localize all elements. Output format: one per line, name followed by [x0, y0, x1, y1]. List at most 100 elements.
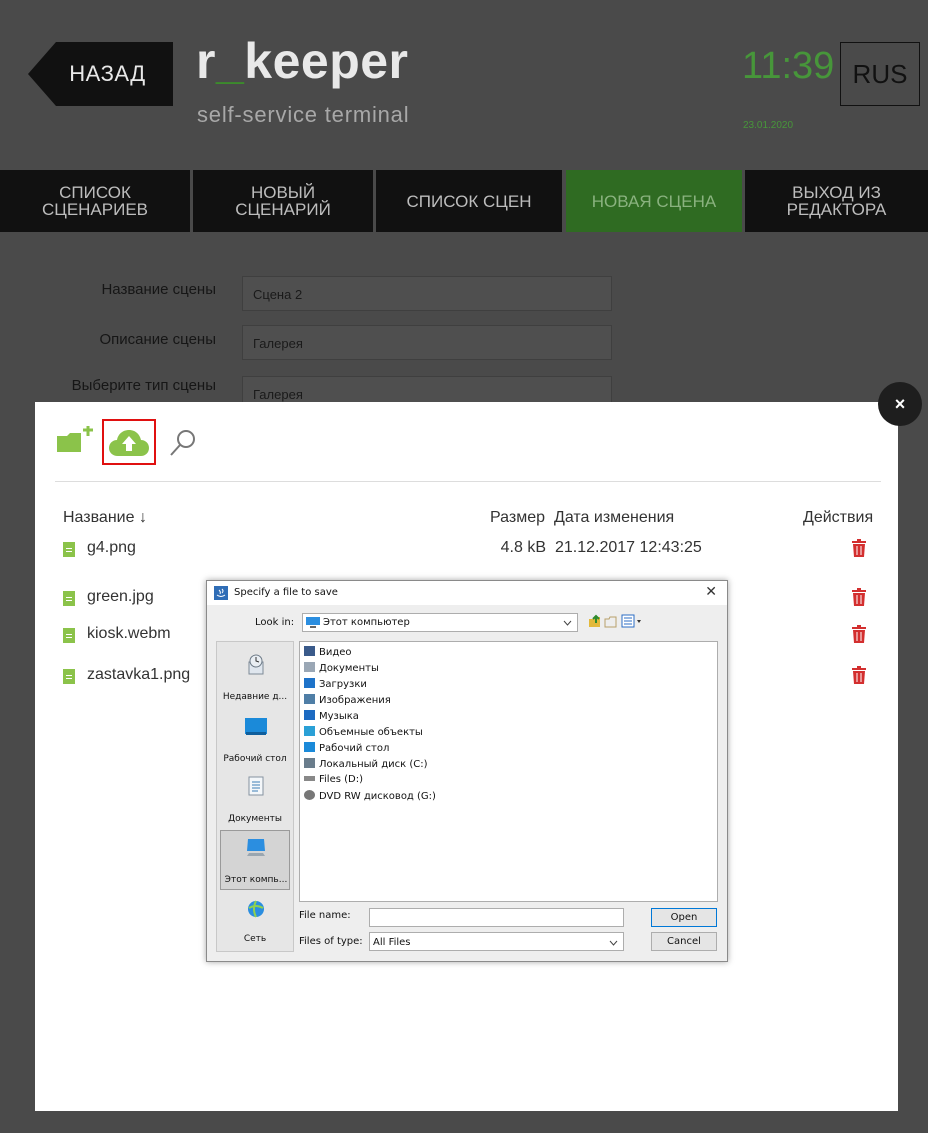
list-item-label: DVD RW дисковод (G:) [319, 791, 436, 802]
modal-close-button[interactable]: × [878, 382, 922, 426]
list-item-3d-objects[interactable]: Объемные объекты [304, 726, 423, 741]
place-label: Недавние д... [222, 692, 288, 702]
downloads-folder-icon [304, 678, 315, 688]
drive-icon [304, 776, 315, 781]
list-item-label: Загрузки [319, 679, 367, 690]
file-type-select[interactable]: All Files [369, 932, 624, 951]
column-actions-header: Действия [803, 509, 874, 526]
list-item-files-drive[interactable]: Files (D:) [304, 774, 363, 789]
java-icon [214, 586, 228, 600]
trash-icon[interactable] [851, 588, 867, 606]
file-date: 21.12.2017 12:43:25 [555, 539, 702, 556]
dialog-title: Specify a file to save [234, 587, 338, 598]
list-item-documents[interactable]: Документы [304, 662, 379, 677]
file-icon [63, 542, 75, 557]
chevron-down-icon [563, 620, 572, 626]
logo-subtitle: self-service terminal [197, 102, 410, 127]
new-folder-icon[interactable] [55, 426, 95, 454]
file-name[interactable]: g4.png [87, 539, 136, 557]
place-documents[interactable]: Документы [220, 772, 290, 828]
place-label: Этот компь... [224, 875, 288, 885]
file-name[interactable]: kiosk.webm [87, 625, 171, 643]
3d-objects-folder-icon [304, 726, 315, 736]
network-icon [248, 900, 264, 918]
column-name-header[interactable]: Название ↓ [63, 509, 147, 527]
dvd-drive-icon [304, 790, 315, 800]
file-icon [63, 591, 75, 606]
list-item-label: Музыка [319, 711, 359, 722]
place-recent[interactable]: Недавние д... [220, 650, 290, 706]
dialog-close-button[interactable]: ✕ [705, 584, 717, 600]
local-disk-icon [304, 758, 315, 768]
nav-exit-editor[interactable]: ВЫХОД ИЗ РЕДАКТОРА [745, 170, 928, 232]
list-item-label: Рабочий стол [319, 743, 390, 754]
column-size-header[interactable]: Размер [490, 509, 545, 527]
trash-icon[interactable] [851, 666, 867, 684]
list-item-label: Объемные объекты [319, 727, 423, 738]
logo-underscore: _ [215, 33, 245, 89]
file-name[interactable]: zastavka1.png [87, 666, 190, 684]
toolbar-divider [55, 481, 881, 482]
place-network[interactable]: Сеть [220, 898, 290, 948]
app-logo: r_keeper [196, 36, 409, 86]
list-item-downloads[interactable]: Загрузки [304, 678, 367, 693]
list-item-music[interactable]: Музыка [304, 710, 359, 725]
look-in-value: Этот компьютер [323, 617, 410, 628]
desktop-icon [245, 718, 267, 735]
computer-icon [306, 617, 320, 628]
file-row[interactable]: g4.png 4.8 kB 21.12.2017 12:43:25 [63, 539, 873, 563]
list-item-desktop[interactable]: Рабочий стол [304, 742, 389, 757]
language-button[interactable]: RUS [840, 42, 920, 106]
view-menu-icon[interactable] [621, 614, 643, 628]
list-item-label: Локальный диск (C:) [319, 759, 428, 770]
list-item-dvd-drive[interactable]: DVD RW дисковод (G:) [304, 790, 436, 805]
file-size: 4.8 kB [500, 539, 546, 556]
look-in-label: Look in: [255, 617, 295, 628]
scene-description-input[interactable]: Галерея [242, 325, 612, 360]
file-name-input[interactable] [369, 908, 624, 927]
list-item-label: Изображения [319, 695, 391, 706]
up-folder-icon[interactable] [588, 614, 602, 628]
logo-text-keeper: keeper [244, 33, 409, 89]
place-label: Рабочий стол [223, 754, 287, 764]
recent-documents-icon [248, 654, 264, 675]
column-date-header[interactable]: Дата изменения [554, 509, 674, 527]
nav-new-scenario[interactable]: НОВЫЙ СЦЕНАРИЙ [193, 170, 373, 232]
clock-date: 23.01.2020 [743, 120, 794, 131]
list-item-label: Документы [319, 663, 379, 674]
list-item-label: Видео [319, 647, 352, 658]
pictures-folder-icon [304, 694, 315, 704]
file-type-value: All Files [373, 937, 411, 948]
look-in-select[interactable]: Этот компьютер [302, 613, 578, 632]
cancel-button[interactable]: Cancel [651, 932, 717, 951]
scene-name-label: Название сцены [101, 281, 216, 298]
scene-description-label: Описание сцены [99, 331, 216, 348]
list-item-local-disk[interactable]: Локальный диск (C:) [304, 758, 428, 773]
computer-icon [247, 839, 265, 856]
trash-icon[interactable] [851, 539, 867, 557]
file-name-label: File name: [299, 910, 351, 921]
file-save-dialog: Specify a file to save ✕ Look in: Этот к… [206, 580, 728, 962]
file-icon [63, 669, 75, 684]
nav-scenario-list[interactable]: СПИСОК СЦЕНАРИЕВ [0, 170, 190, 232]
place-desktop[interactable]: Рабочий стол [220, 712, 290, 768]
nav-new-scene[interactable]: НОВАЯ СЦЕНА [566, 170, 742, 232]
scene-name-input[interactable]: Сцена 2 [242, 276, 612, 311]
upload-cloud-icon[interactable] [108, 428, 150, 458]
back-button[interactable]: НАЗАД [28, 42, 173, 106]
list-item-pictures[interactable]: Изображения [304, 694, 391, 709]
dialog-file-list: Видео Документы Загрузки Изображения Муз… [299, 641, 718, 902]
chevron-down-icon [609, 940, 618, 946]
open-button[interactable]: Open [651, 908, 717, 927]
nav-scene-list[interactable]: СПИСОК СЦЕН [376, 170, 562, 232]
file-name[interactable]: green.jpg [87, 588, 154, 606]
trash-icon[interactable] [851, 625, 867, 643]
places-bar: Недавние д... Рабочий стол Документы Это… [216, 641, 294, 952]
place-this-pc[interactable]: Этот компь... [220, 830, 290, 890]
documents-icon [248, 776, 264, 796]
desktop-folder-icon [304, 742, 315, 752]
logo-text-r: r [196, 33, 216, 89]
new-folder-icon[interactable] [604, 614, 618, 628]
search-icon[interactable] [168, 428, 198, 458]
list-item-videos[interactable]: Видео [304, 646, 352, 661]
